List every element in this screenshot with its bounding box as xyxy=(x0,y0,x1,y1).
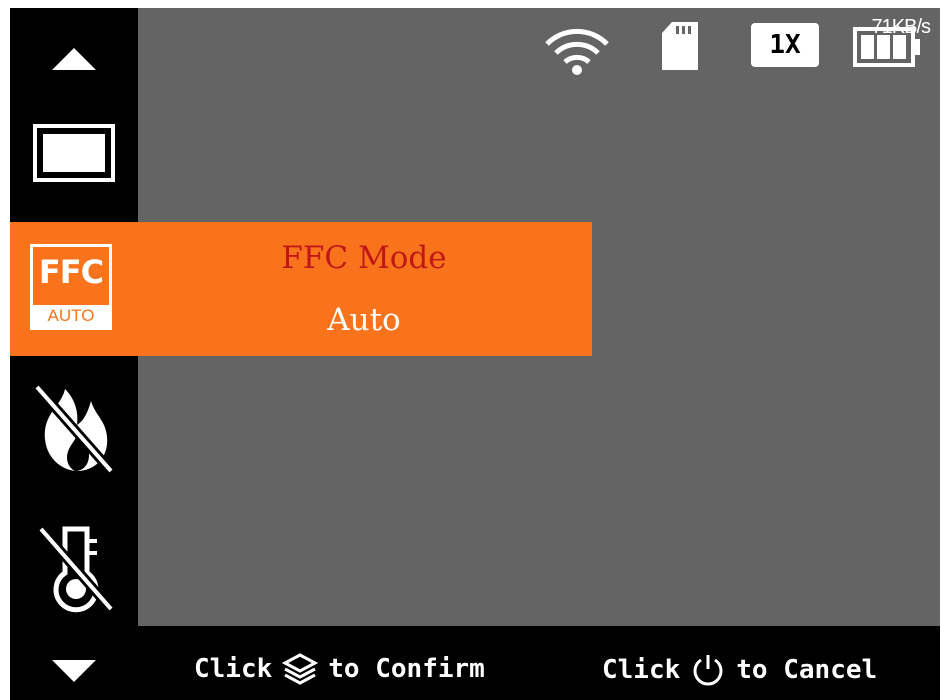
scroll-up-button[interactable] xyxy=(10,34,138,84)
scroll-down-button[interactable] xyxy=(10,646,138,696)
bottom-bar: Click to Confirm Click to Cancel xyxy=(10,626,940,700)
device-screen: 1X 71KB/s FFC AUTO FFC Mode Auto Click t… xyxy=(10,8,940,700)
temperature-off-icon xyxy=(37,525,115,613)
zoom-level-badge: 1X xyxy=(751,23,819,67)
menu-value: Auto xyxy=(327,302,401,338)
confirm-prefix: Click xyxy=(194,654,273,684)
power-icon xyxy=(693,655,723,686)
menu-title: FFC Mode xyxy=(281,240,447,276)
fire-detection-button[interactable] xyxy=(10,378,138,478)
ffc-auto-icon: FFC AUTO xyxy=(30,244,112,330)
cancel-suffix: to Cancel xyxy=(736,655,878,685)
sd-card-icon xyxy=(660,20,702,77)
confirm-hint: Click to Confirm xyxy=(194,652,485,686)
display-mode-button[interactable] xyxy=(10,118,138,188)
layers-icon xyxy=(282,653,319,685)
transfer-speed: 71KB/s xyxy=(871,16,931,38)
up-arrow-icon xyxy=(52,48,96,70)
temperature-button[interactable] xyxy=(10,518,138,618)
ffc-icon-sublabel: AUTO xyxy=(47,306,95,325)
display-mode-icon xyxy=(33,124,115,182)
cancel-hint: Click to Cancel xyxy=(602,652,877,688)
ffc-icon-label: FFC xyxy=(38,253,104,291)
cancel-prefix: Click xyxy=(602,655,681,685)
down-arrow-icon xyxy=(52,660,96,682)
wifi-icon xyxy=(542,26,612,81)
fire-off-icon xyxy=(33,383,115,475)
menu-row-ffc-mode[interactable]: FFC AUTO FFC Mode Auto xyxy=(10,222,592,356)
zoom-level-text: 1X xyxy=(769,30,801,60)
confirm-suffix: to Confirm xyxy=(328,654,485,684)
